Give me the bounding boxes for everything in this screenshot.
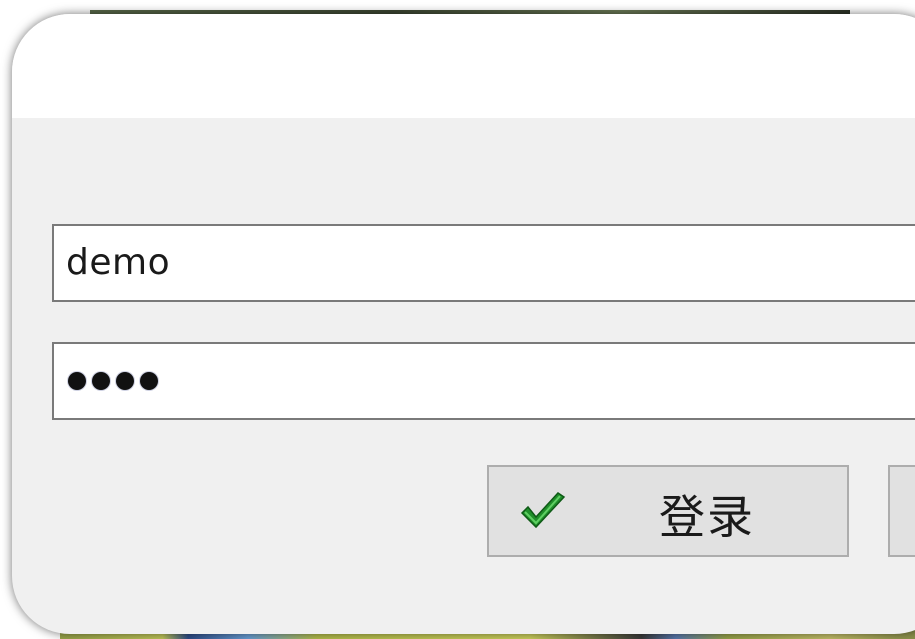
username-field[interactable]: demo <box>52 224 915 302</box>
password-mask-dot <box>116 372 134 390</box>
login-dialog: demo 登录 <box>12 14 915 634</box>
password-field[interactable] <box>52 342 915 420</box>
username-value: demo <box>66 242 171 283</box>
checkmark-icon <box>520 492 566 529</box>
password-mask-dot <box>68 372 86 390</box>
dialog-header <box>12 14 915 118</box>
login-button[interactable]: 登录 <box>487 465 849 557</box>
login-button-label: 登录 <box>659 490 755 544</box>
password-mask-dot <box>140 372 158 390</box>
password-mask-dot <box>92 372 110 390</box>
secondary-button[interactable] <box>888 465 915 557</box>
